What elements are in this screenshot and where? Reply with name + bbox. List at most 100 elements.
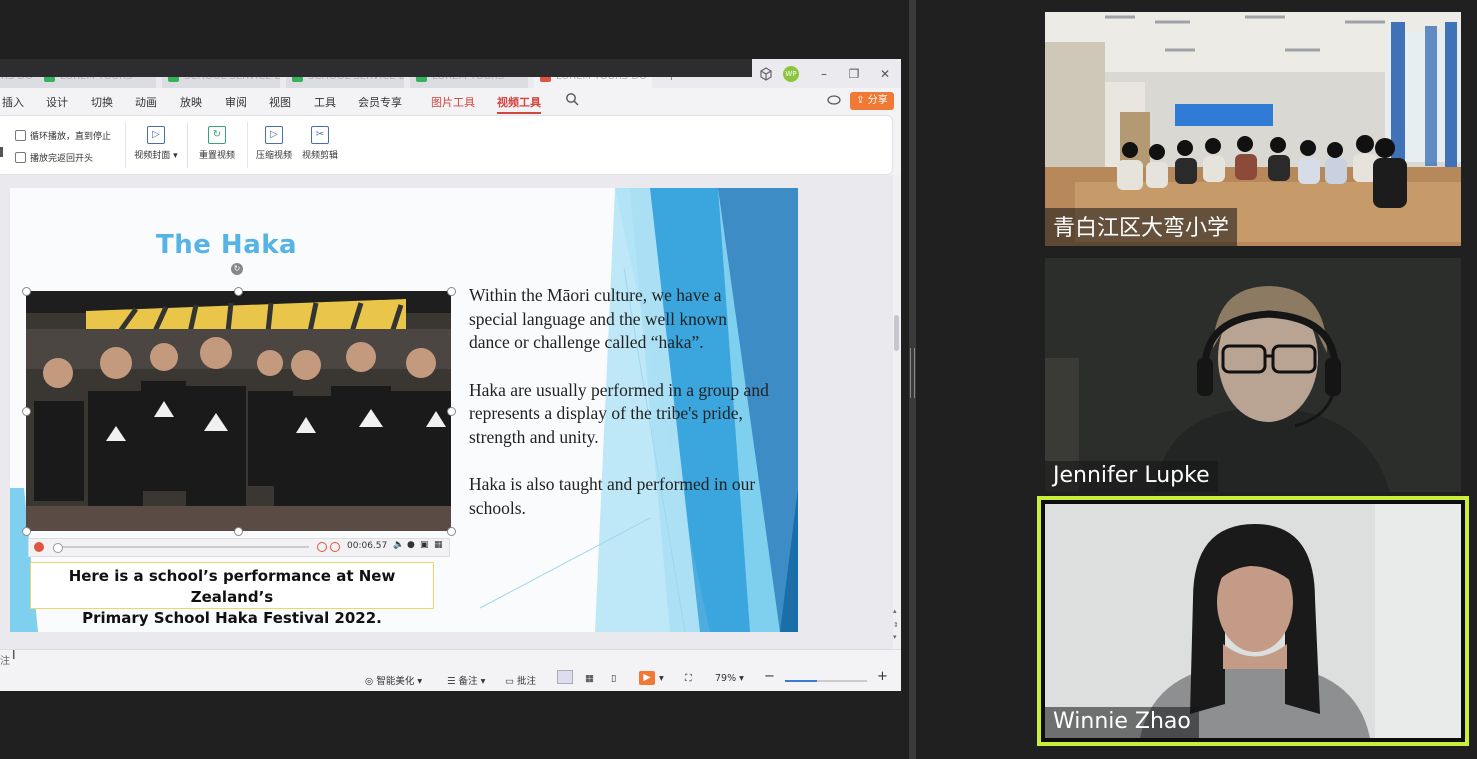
page-up-icon[interactable]: ▴ [893,607,897,615]
slideshow-dropdown-icon[interactable]: ▾ [659,673,664,684]
scrollbar-thumb[interactable] [894,315,899,351]
reset-icon: ↻ [208,126,226,144]
wps-presentation-window: LOREM YOURS DO LOREM YOURS SCHOOL SERVIC… [0,59,901,691]
zoom-out-icon[interactable]: − [764,669,775,684]
rewind-checkbox[interactable]: 播放完返回开头 [15,151,93,164]
rewind-button[interactable] [317,542,327,552]
share-label: 分享 [867,95,888,106]
video-progress-thumb[interactable] [53,543,63,553]
caption-line-1: Here is a school’s performance at New Ze… [68,567,396,606]
vertical-scrollbar[interactable]: ▴ ⇕ ▾ [893,175,901,649]
zoom-slider-fill [785,680,817,682]
smart-beautify-button[interactable]: ◎ 智能美化 ▾ [365,673,422,687]
video-edit-label: 视频剪辑 [301,151,338,161]
menu-animation[interactable]: 动画 [135,94,157,110]
embedded-video[interactable] [26,291,451,531]
slide-sorter-icon[interactable]: ▦ [585,673,594,684]
scissors-icon: ✂ [311,126,329,144]
resize-handle[interactable] [234,527,243,536]
resize-handle[interactable] [447,407,456,416]
avatar[interactable]: WP [783,66,799,82]
reset-video-label: 重置视频 [198,151,235,161]
video-caption-box[interactable]: Here is a school’s performance at New Ze… [30,562,434,627]
smart-beautify-label: 智能美化 [376,676,415,687]
search-icon[interactable] [565,92,579,106]
slide-title[interactable]: The Haka [156,230,297,260]
loop-checkbox[interactable]: 循环播放，直到停止 [15,129,111,142]
menu-picture-tools[interactable]: 图片工具 [431,94,475,110]
video-edit-button[interactable]: ✂ 视频剪辑 [299,126,341,161]
window-shadow-strip [0,59,752,77]
resize-handle[interactable] [22,287,31,296]
play-slideshow-button[interactable]: ▶ [639,671,655,685]
restore-icon[interactable]: ❐ [843,64,865,84]
menu-insert[interactable]: 插入 [2,94,24,110]
page-down-icon[interactable]: ▾ [893,633,897,641]
video-cover-label: 视频封面 [134,151,171,161]
resize-handle[interactable] [447,287,456,296]
title-bar: LOREM YOURS DO LOREM YOURS SCHOOL SERVIC… [0,59,901,88]
resize-handle[interactable] [22,527,31,536]
comment-label: 批注 [517,676,537,687]
rotate-handle-icon[interactable]: ↻ [231,263,243,275]
screenshot-icon[interactable]: ▣ [420,540,429,550]
resize-handle[interactable] [447,527,456,536]
cube-icon[interactable] [756,64,776,84]
ribbon-separator [125,122,126,168]
slide-canvas: The Haka ↻ 00:06.57 🔈 ● ▣ ▦ Here is a sc… [0,175,893,649]
video-progress-track[interactable] [53,546,309,548]
compress-video-label: 压缩视频 [255,151,292,161]
menu-member[interactable]: 会员专享 [358,94,402,110]
participant-name: Jennifer Lupke [1045,461,1218,492]
zoom-level[interactable]: 79% ▾ [715,673,744,684]
compress-icon: ▷ [265,126,283,144]
participant-name: Winnie Zhao [1045,707,1199,738]
menu-view[interactable]: 视图 [269,94,291,110]
video-cover-button[interactable]: ▷ 视频封面 ▾ [133,126,179,161]
zoom-in-icon[interactable]: + [877,669,888,684]
menu-video-tools[interactable]: 视频工具 [497,94,541,114]
menu-bar: 插入 设计 切换 动画 放映 审阅 视图 工具 会员专享 图片工具 视频工具 ⇪… [0,88,901,114]
notes-button-label: 备注 [458,676,478,687]
participant-tile[interactable]: Winnie Zhao [1045,504,1461,738]
forward-button[interactable] [330,542,340,552]
text-cursor-icon: I [12,648,16,662]
menu-review[interactable]: 审阅 [225,94,247,110]
participant-video [1045,504,1461,738]
menu-design[interactable]: 设计 [46,94,68,110]
video-controls: 00:06.57 🔈 ● ▣ ▦ [28,538,450,557]
slide-paragraph: Haka is also taught and performed in our… [469,474,756,518]
close-icon[interactable]: ✕ [874,64,896,84]
cloud-icon[interactable] [827,93,841,105]
minimize-icon[interactable]: – [813,64,835,84]
compress-video-button[interactable]: ▷ 压缩视频 [253,126,295,161]
video-frame-image [26,291,451,531]
fit-window-icon[interactable]: ⛶ [685,673,692,684]
normal-view-icon[interactable] [557,670,573,684]
video-tools-ribbon: 循环播放，直到停止 播放完返回开头 ▷ 视频封面 ▾ ↻ 重置视频 ▷ 压缩视频 ✂ 视… [0,115,893,175]
slide-paragraph: Haka are usually performed in a group an… [469,379,769,447]
share-button[interactable]: ⇪ 分享 [850,92,894,110]
participant-tile[interactable]: 青白江区大弯小学 [1045,12,1461,246]
menu-slideshow[interactable]: 放映 [180,94,202,110]
page-nav-icon[interactable]: ⇕ [893,621,899,629]
divider-grip[interactable] [910,348,915,398]
volume-icon[interactable]: 🔈 [393,540,404,550]
comment-button[interactable]: ▭ 批注 [505,673,536,687]
reading-view-icon[interactable]: ▯ [611,673,616,684]
menu-tools[interactable]: 工具 [314,94,336,110]
slide-body-text[interactable]: Within the Māori culture, we have a spec… [469,284,769,544]
resize-handle[interactable] [234,287,243,296]
menu-transition[interactable]: 切换 [91,94,113,110]
reset-video-button[interactable]: ↻ 重置视频 [195,126,239,161]
notes-pane[interactable]: 注 I [0,648,901,668]
fullscreen-icon[interactable]: ▦ [434,540,443,550]
resize-handle[interactable] [22,407,31,416]
slide[interactable]: The Haka ↻ 00:06.57 🔈 ● ▣ ▦ Here is a sc… [10,188,798,632]
stop-button[interactable] [34,542,44,552]
notes-button[interactable]: ☰ 备注 ▾ [447,673,485,687]
active-speaker-tile[interactable]: Winnie Zhao [1037,496,1469,746]
participant-tile[interactable]: Jennifer Lupke [1045,258,1461,492]
info-icon[interactable]: ● [407,540,415,550]
rewind-label: 播放完返回开头 [30,154,94,164]
